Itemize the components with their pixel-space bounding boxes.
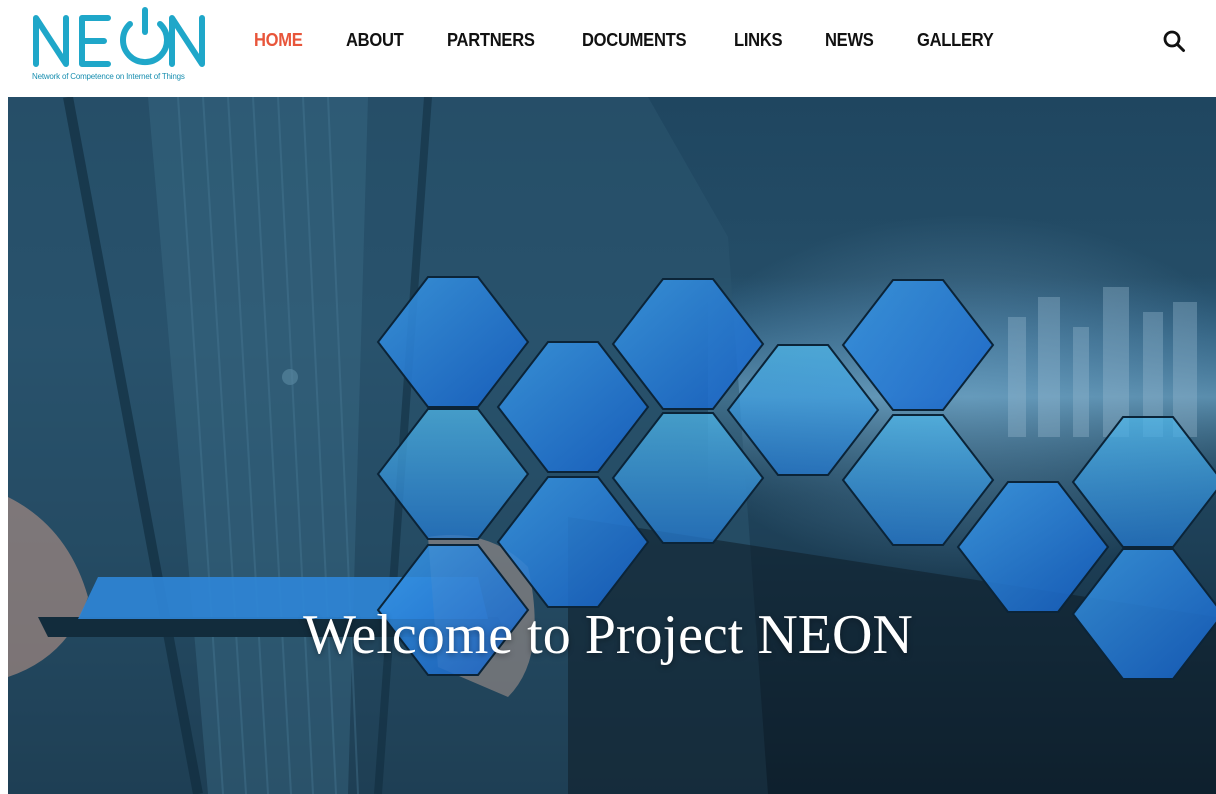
site-header: Network of Competence on Internet of Thi… (0, 0, 1216, 96)
nav-item-partners[interactable]: PARTNERS (447, 30, 535, 51)
nav-item-news[interactable]: NEWS (825, 30, 874, 51)
hero-background-image (8, 97, 1216, 794)
nav-item-home[interactable]: HOME (254, 30, 303, 51)
main-nav: HOME ABOUT PARTNERS DOCUMENTS LINKS NEWS… (254, 27, 1039, 53)
search-button[interactable] (1160, 28, 1188, 54)
nav-item-gallery[interactable]: GALLERY (917, 30, 994, 51)
logo-tagline: Network of Competence on Internet of Thi… (32, 72, 185, 81)
nav-item-links[interactable]: LINKS (734, 30, 783, 51)
hero-title: Welcome to Project NEON (303, 603, 913, 666)
hero-banner: Welcome to Project NEON (8, 97, 1216, 794)
search-icon (1163, 30, 1185, 52)
neon-logo-icon (33, 7, 205, 67)
site-logo[interactable]: Network of Competence on Internet of Thi… (30, 6, 210, 84)
nav-item-about[interactable]: ABOUT (346, 30, 404, 51)
nav-item-documents[interactable]: DOCUMENTS (582, 30, 687, 51)
